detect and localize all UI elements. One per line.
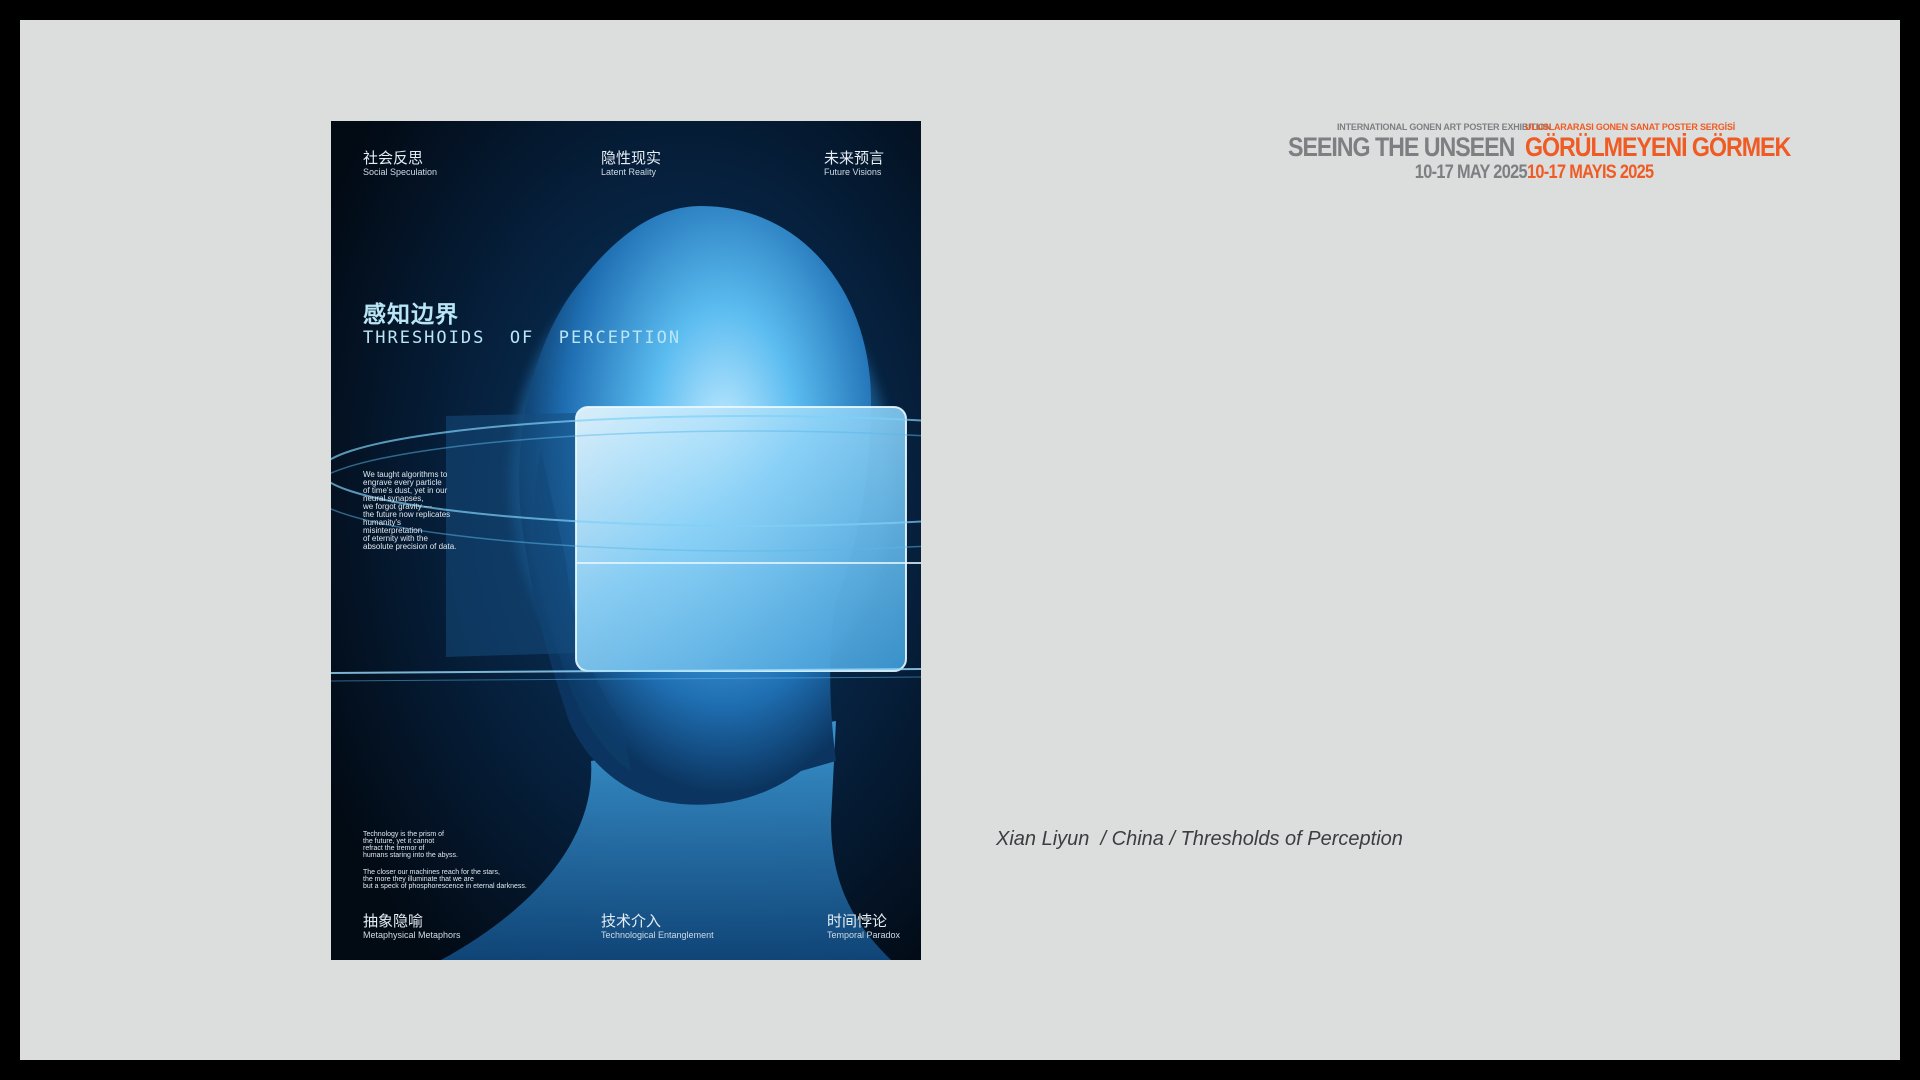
category-en: Temporal Paradox <box>827 930 901 940</box>
category-zh: 未来预言 <box>824 149 885 167</box>
category-zh: 社会反思 <box>363 149 424 167</box>
exhibition-subtitle-tr: ULUSLARARASI GONEN SANAT POSTER SERGİSİ <box>1525 122 1736 132</box>
exhibition-title-tr: GÖRÜLMEYENİ GÖRMEK <box>1525 132 1791 162</box>
category-zh: 时间悖论 <box>827 912 888 930</box>
poster-quote-1: Technology is the prism of the future, y… <box>363 831 458 859</box>
exhibition-date-tr: 10-17 MAYIS 2025 <box>1527 162 1654 183</box>
slide: 社会反思 Social Speculation 隐性现实 Latent Real… <box>20 20 1900 1060</box>
exhibition-title-en: SEEING THE UNSEEN <box>1288 132 1515 162</box>
category-en: Latent Reality <box>601 167 657 177</box>
poster-category-2: 隐性现实 Latent Reality <box>601 151 661 177</box>
poster-category-1: 社会反思 Social Speculation <box>363 151 437 177</box>
category-en: Technological Entanglement <box>601 930 714 940</box>
exhibition-date-en: 10-17 MAY 2025 <box>1414 162 1528 183</box>
category-en: Social Speculation <box>363 167 438 177</box>
poster-category-6: 时间悖论 Temporal Paradox <box>827 914 900 940</box>
category-zh: 技术介入 <box>601 912 662 930</box>
exhibition-subtitle-en: INTERNATIONAL GONEN ART POSTER EXHIBITIO… <box>1337 122 1552 132</box>
category-zh: 抽象隐喻 <box>363 912 424 930</box>
category-zh: 隐性现实 <box>601 149 662 167</box>
artwork-caption: Xian Liyun / China / Thresholds of Perce… <box>996 828 1403 850</box>
poster-category-4: 抽象隐喻 Metaphysical Metaphors <box>363 914 461 940</box>
poster-quote-2: The closer our machines reach for the st… <box>363 869 527 890</box>
category-en: Metaphysical Metaphors <box>363 930 461 940</box>
poster-category-3: 未来预言 Future Visions <box>824 151 884 177</box>
exhibition-logo-en: INTERNATIONAL GONEN ART POSTER EXHIBITIO… <box>1288 122 1551 184</box>
poster-title-en: THRESHOIDS OF PERCEPTION <box>363 328 682 348</box>
exhibition-logo-tr: ULUSLARARASI GONEN SANAT POSTER SERGİSİ … <box>1525 122 1833 184</box>
poster-text-block: We taught algorithms to engrave every pa… <box>363 470 457 551</box>
poster-category-5: 技术介入 Technological Entanglement <box>601 914 714 940</box>
poster-title-zh: 感知边界 <box>363 302 459 328</box>
poster: 社会反思 Social Speculation 隐性现实 Latent Real… <box>331 121 921 960</box>
category-en: Future Visions <box>824 167 882 177</box>
